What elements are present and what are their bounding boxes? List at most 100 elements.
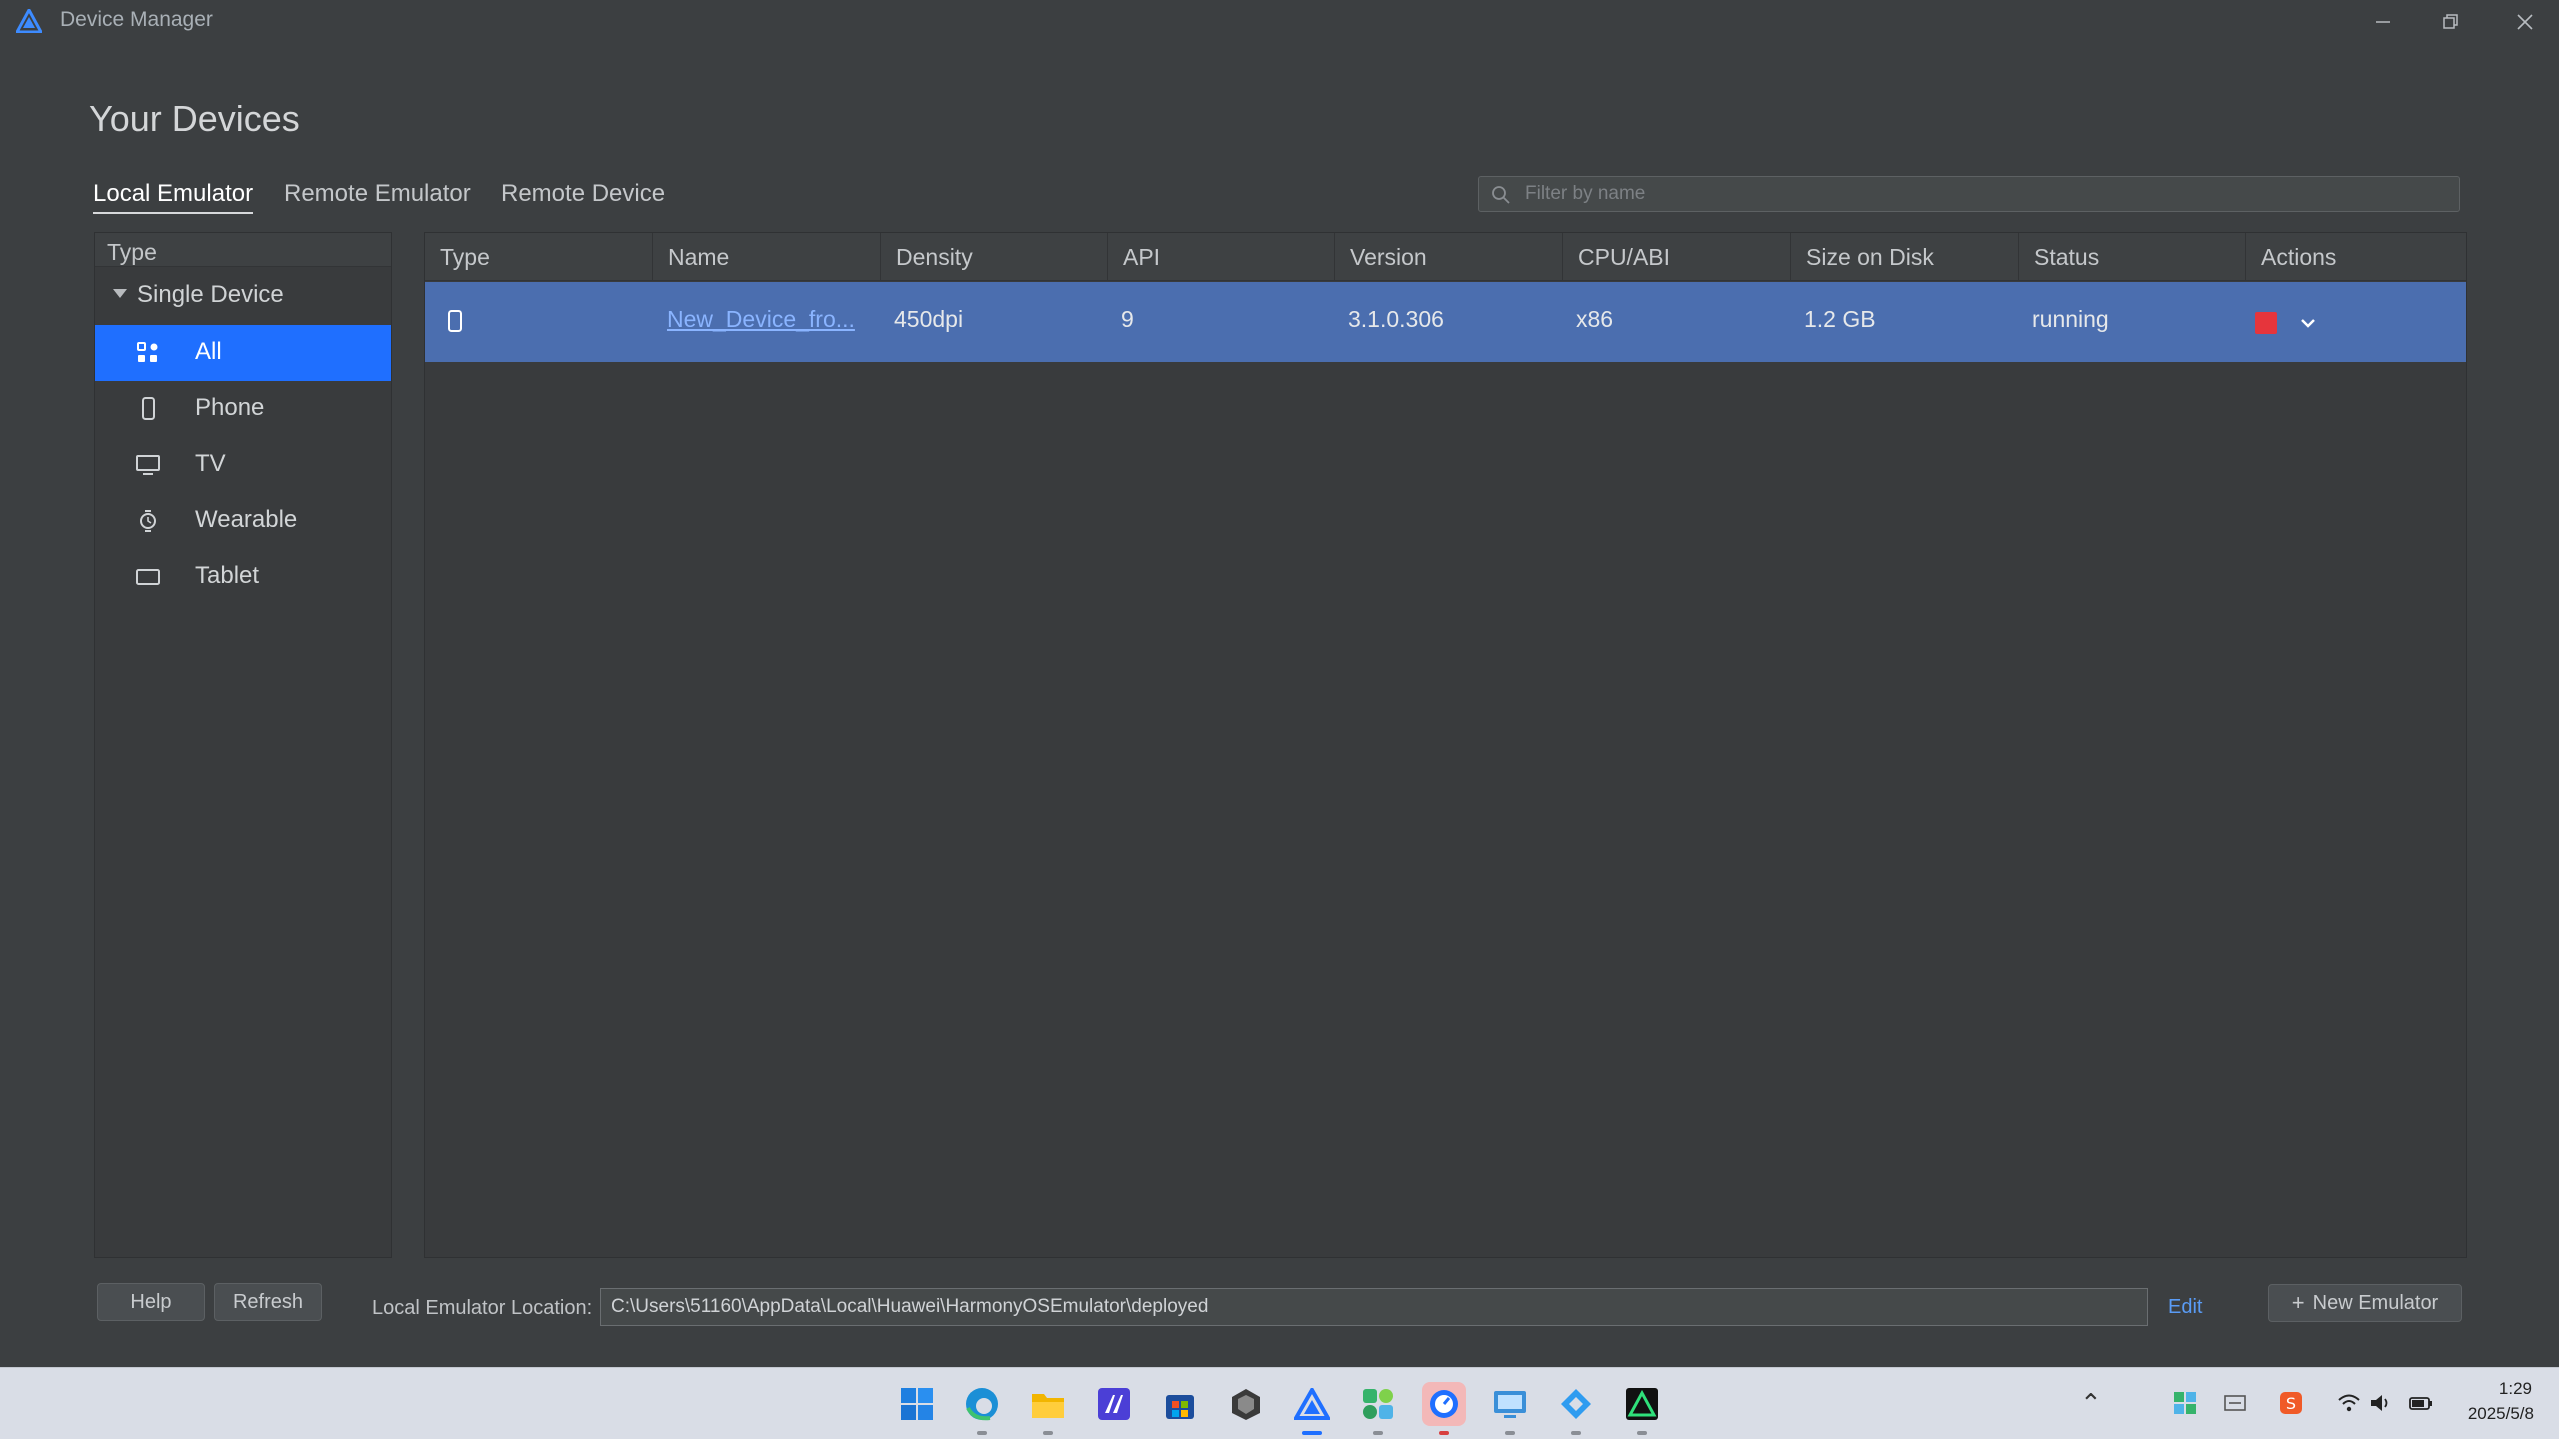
tablet-icon: [136, 569, 160, 585]
running-indicator: [1505, 1431, 1515, 1435]
diamond-app-icon: [1561, 1389, 1591, 1419]
all-devices-icon: [137, 342, 158, 362]
cube-app-icon: [1232, 1389, 1260, 1420]
sidebar-item-label: Tablet: [195, 562, 260, 589]
collapse-arrow-icon[interactable]: [113, 289, 127, 298]
taskbar-app-ai[interactable]: [1092, 1382, 1136, 1426]
edge-browser-icon: [966, 1388, 998, 1421]
tray-app-icon[interactable]: [2172, 1390, 2198, 1416]
column-header-api[interactable]: API: [1108, 233, 1335, 281]
column-header-density[interactable]: Density: [881, 233, 1108, 281]
stop-icon[interactable]: [2255, 312, 2277, 334]
start-button[interactable]: [895, 1382, 939, 1426]
clock-time[interactable]: 1:29: [2490, 1379, 2532, 1399]
tab-remote-emulator[interactable]: Remote Emulator: [284, 180, 471, 214]
taskbar-edge[interactable]: [960, 1382, 1004, 1435]
edit-link[interactable]: Edit: [2168, 1296, 2202, 1319]
taskbar-diamond-app[interactable]: [1554, 1382, 1598, 1435]
tab-local-emulator[interactable]: Local Emulator: [93, 180, 254, 214]
column-header-actions: Actions: [2261, 244, 2337, 270]
running-indicator: [1439, 1431, 1449, 1435]
plus-icon: +: [2291, 1290, 2305, 1315]
taskbar-file-explorer[interactable]: [1026, 1382, 1070, 1435]
cell-version: 3.1.0.306: [1348, 306, 1444, 332]
column-header-type[interactable]: Type: [425, 233, 653, 281]
chevron-down-icon[interactable]: [2297, 312, 2319, 334]
taskbar-cube-app[interactable]: [1224, 1382, 1268, 1426]
battery-icon[interactable]: [2408, 1390, 2434, 1416]
cell-size: 1.2 GB: [1804, 306, 1876, 332]
tree-group-label: Single Device: [137, 281, 284, 308]
wifi-icon[interactable]: [2336, 1390, 2362, 1416]
tv-icon: [136, 455, 160, 475]
app-logo-icon: [16, 9, 42, 33]
new-emulator-button[interactable]: + New Emulator: [2268, 1284, 2462, 1322]
taskbar-remote-desktop[interactable]: [1488, 1382, 1532, 1435]
sogou-input-icon[interactable]: S: [2278, 1390, 2304, 1416]
active-indicator: [1302, 1431, 1322, 1435]
cell-status: running: [2032, 306, 2109, 332]
column-header-cpu[interactable]: CPU/ABI: [1563, 233, 1791, 281]
taskbar-device-manager[interactable]: [1290, 1382, 1334, 1435]
running-indicator: [1637, 1431, 1647, 1435]
title-bar: Device Manager: [0, 0, 2559, 44]
column-header-name[interactable]: Name: [653, 233, 881, 281]
device-type-panel: Type Single Device All Phone TV Wearable…: [94, 232, 392, 1258]
folder-icon: [1032, 1394, 1064, 1418]
cell-density: 450dpi: [894, 306, 964, 332]
search-icon: [1492, 186, 1510, 204]
running-indicator: [1571, 1431, 1581, 1435]
phone-icon: [448, 310, 462, 332]
sidebar-item-label: All: [195, 338, 222, 365]
sidebar-item-phone[interactable]: Phone: [95, 381, 391, 437]
volume-icon[interactable]: [2368, 1390, 2394, 1416]
tree-group-single-device[interactable]: Single Device: [95, 281, 391, 321]
restore-icon: [2443, 14, 2458, 29]
table-row[interactable]: New_Device_fro... 450dpi 9 3.1.0.306 x86…: [425, 282, 2466, 362]
close-icon: [2517, 14, 2533, 30]
sidebar-item-label: TV: [195, 450, 226, 477]
type-header: Type: [95, 233, 391, 267]
cell-cpu: x86: [1576, 306, 1614, 332]
running-indicator: [1373, 1431, 1383, 1435]
search-input[interactable]: [1525, 177, 2445, 211]
help-button[interactable]: Help: [97, 1283, 205, 1321]
sidebar-item-tv[interactable]: TV: [95, 437, 391, 493]
sidebar-item-all[interactable]: All: [95, 325, 391, 381]
green-app-icon: [1363, 1389, 1393, 1419]
taskbar-terminal-app[interactable]: [1620, 1382, 1664, 1435]
new-emulator-label: New Emulator: [2312, 1291, 2439, 1314]
column-header-status[interactable]: Status: [2019, 233, 2246, 281]
taskbar-store[interactable]: [1158, 1382, 1202, 1426]
minimize-button[interactable]: [2350, 0, 2416, 44]
taskbar-green-app[interactable]: [1356, 1382, 1400, 1435]
input-method-icon[interactable]: [2222, 1390, 2248, 1416]
location-field[interactable]: C:\Users\51160\AppData\Local\Huawei\Harm…: [600, 1288, 2148, 1326]
sidebar-item-wearable[interactable]: Wearable: [95, 493, 391, 549]
tray-expand-icon[interactable]: ⌃: [2080, 1388, 2102, 1419]
phone-icon: [142, 397, 155, 420]
refresh-button[interactable]: Refresh: [214, 1283, 322, 1321]
location-label: Local Emulator Location:: [372, 1297, 593, 1319]
column-header-size[interactable]: Size on Disk: [1791, 233, 2019, 281]
svg-text:S: S: [2286, 1394, 2296, 1413]
column-header-version[interactable]: Version: [1335, 233, 1563, 281]
cell-api: 9: [1121, 306, 1134, 332]
close-button[interactable]: [2492, 0, 2558, 44]
sidebar-item-label: Wearable: [195, 506, 298, 533]
tab-remote-device[interactable]: Remote Device: [501, 180, 665, 214]
minimize-icon: [2376, 21, 2390, 23]
deveco-icon: [1294, 1388, 1330, 1420]
restore-button[interactable]: [2418, 0, 2484, 44]
store-icon: [1166, 1395, 1194, 1419]
running-indicator: [977, 1431, 987, 1435]
taskbar-emulator[interactable]: [1422, 1382, 1466, 1435]
sidebar-item-tablet[interactable]: Tablet: [95, 549, 391, 605]
device-name-link[interactable]: New_Device_fro...: [667, 306, 855, 333]
watch-icon: [140, 510, 156, 532]
clock-date[interactable]: 2025/5/8: [2454, 1404, 2534, 1424]
windows-start-icon: [901, 1388, 933, 1420]
emulator-icon: [1430, 1390, 1458, 1418]
remote-desktop-icon: [1494, 1391, 1526, 1418]
search-box[interactable]: [1478, 176, 2460, 212]
